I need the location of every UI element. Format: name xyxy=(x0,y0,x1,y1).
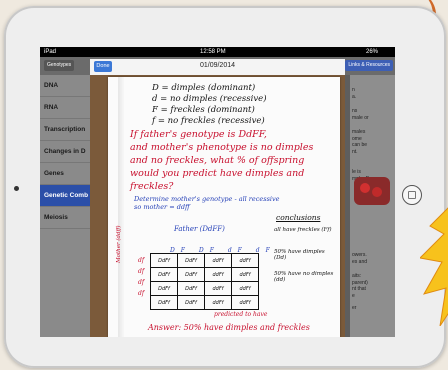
starburst-decoration xyxy=(420,207,448,326)
definition-line: F = freckles (dominant) xyxy=(152,105,255,115)
punnett-cell: ddFf xyxy=(204,253,232,268)
note-line: so mother = ddff xyxy=(134,203,190,211)
answer-line: Answer: 50% have dimples and freckles xyxy=(148,323,310,332)
definition-line: D = dimples (dominant) xyxy=(152,83,256,93)
carrier-label: iPad xyxy=(44,49,57,55)
content-pane: n a. ns male or males ome can be nt. le … xyxy=(350,75,395,337)
mother-label: Mother (ddff) xyxy=(116,225,122,263)
conclusion-item: all have freckles (Ff) xyxy=(274,227,332,233)
content-text: e xyxy=(352,292,355,299)
sheet-protector-edge xyxy=(118,77,124,337)
punnett-cell: DdFf xyxy=(177,295,205,310)
punnett-cell: DdFf xyxy=(150,295,178,310)
predicted-note: predicted to have xyxy=(214,311,268,318)
content-text: er xyxy=(352,305,357,311)
punnett-cell: DdFf xyxy=(177,281,205,296)
punnett-cell: DdFf xyxy=(150,253,178,268)
note-line: Determine mother's genotype - all recess… xyxy=(134,195,280,203)
definition-line: d = no dimples (recessive) xyxy=(152,94,267,104)
status-bar: iPad 12:58 PM 26% xyxy=(40,47,395,57)
question-line: and mother's phenotype is no dimples xyxy=(130,142,314,153)
punnett-cell: DdFf xyxy=(150,281,178,296)
content-text: nt. xyxy=(352,148,358,155)
links-resources-button[interactable]: Links & Resources xyxy=(345,60,393,71)
home-button[interactable] xyxy=(402,185,422,205)
notebook-page: D = dimples (dominant) d = no dimples (r… xyxy=(108,77,340,337)
question-line: freckles? xyxy=(130,181,174,192)
conclusion-item: 50% have dimples (Dd) xyxy=(274,249,325,261)
question-line: and no freckles, what % of offspring xyxy=(130,155,305,166)
content-text: es and xyxy=(352,258,368,265)
content-text: male or xyxy=(352,114,369,121)
flower-image xyxy=(354,177,390,205)
punnett-cell: DdFf xyxy=(177,253,205,268)
punnett-square: DdFf DdFf ddFf ddFf DdFf DdFf ddFf ddFf xyxy=(150,253,268,313)
gamete-label: df xyxy=(138,279,145,286)
punnett-cell: DdFf xyxy=(150,267,178,282)
question-line: If father's genotype is DdFF, xyxy=(130,129,267,140)
question-line: would you predict have dimples and xyxy=(130,168,305,179)
photo-date-title: 01/09/2014 xyxy=(199,62,236,69)
gamete-label: df xyxy=(138,290,145,297)
punnett-cell: ddFf xyxy=(204,281,232,296)
mother-gametes: df df df df xyxy=(138,255,150,299)
punnett-cell: ddFf xyxy=(231,253,259,268)
photo-viewer-bar: Done 01/09/2014 xyxy=(90,59,345,76)
punnett-cell: ddFf xyxy=(231,267,259,282)
gamete-label: df xyxy=(138,257,145,264)
punnett-cell: ddFf xyxy=(204,267,232,282)
conclusions-title: conclusions xyxy=(276,213,321,222)
screen: iPad 12:58 PM 26% Genotypes Links & Reso… xyxy=(40,47,395,337)
gamete-label: df xyxy=(138,268,145,275)
punnett-cell: ddFf xyxy=(204,295,232,310)
camera-icon xyxy=(14,186,19,191)
punnett-header: Father (DdFF) xyxy=(174,225,225,233)
conclusion-item: 50% have no dimples (dd) xyxy=(274,271,334,283)
punnett-cell: DdFf xyxy=(177,267,205,282)
battery-label: 26% xyxy=(366,49,379,55)
genotypes-button[interactable]: Genotypes xyxy=(44,60,75,71)
definition-line: f = no freckles (recessive) xyxy=(152,116,265,126)
ipad-frame: iPad 12:58 PM 26% Genotypes Links & Reso… xyxy=(4,6,446,368)
punnett-cell: ddFf xyxy=(231,281,259,296)
notebook-photo: D = dimples (dominant) d = no dimples (r… xyxy=(90,75,345,337)
punnett-cell: ddFf xyxy=(231,295,259,310)
content-text: a. xyxy=(352,93,357,100)
status-time: 12:58 PM xyxy=(200,49,226,55)
